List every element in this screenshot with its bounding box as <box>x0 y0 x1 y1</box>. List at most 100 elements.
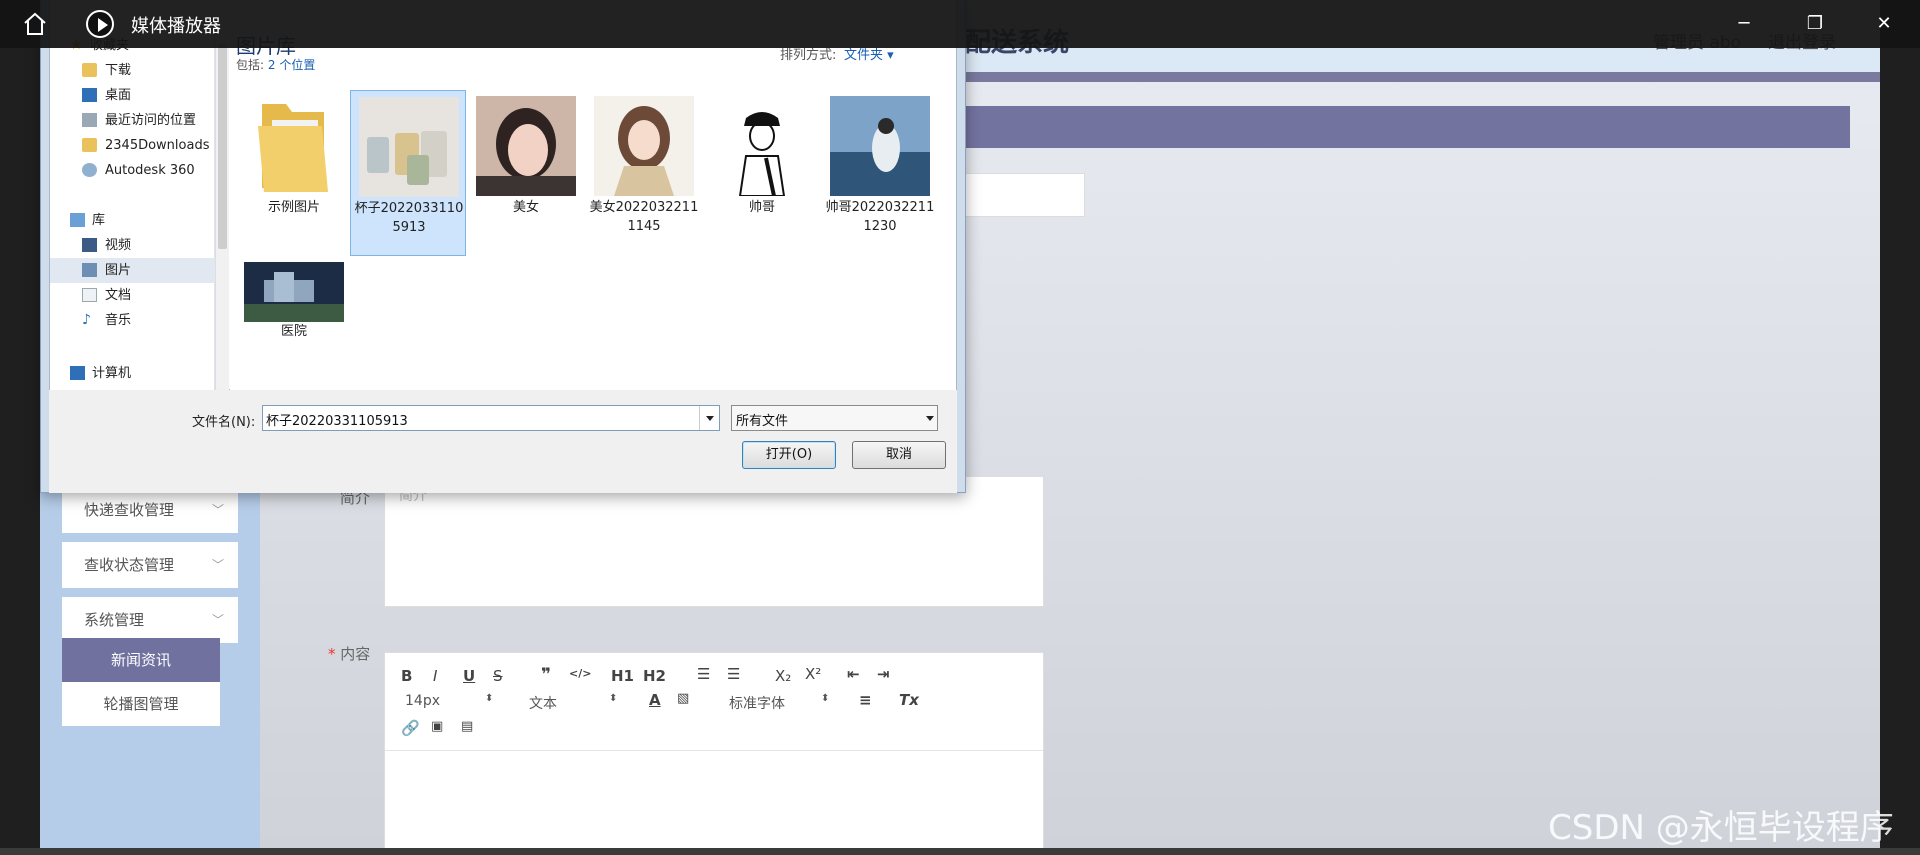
nav-item-autodesk[interactable]: Autodesk 360 <box>50 158 215 183</box>
illustration-thumbnail <box>594 96 694 196</box>
font-family-select[interactable]: 标准字体 <box>729 693 785 713</box>
cups-thumbnail <box>359 97 459 197</box>
sidebar-item-system[interactable]: 系统管理 ﹀ <box>62 597 238 643</box>
media-player-logo-icon <box>86 10 114 38</box>
restore-button[interactable]: ❐ <box>1803 12 1827 36</box>
file-item-beauty[interactable]: 美女 <box>468 90 584 230</box>
align-icon[interactable]: ≡ <box>859 691 872 709</box>
nav-item-desktop[interactable]: 桌面 <box>50 83 215 108</box>
file-item-handsome[interactable]: 帅哥 <box>704 90 820 230</box>
file-item-beauty-2[interactable]: 美女20220322111145 <box>586 90 702 250</box>
block-type-arrow-icon: ⬍ <box>609 693 618 704</box>
picture-library-icon <box>82 263 97 277</box>
filename-label: 文件名(N): <box>192 415 256 430</box>
chevron-down-icon <box>706 416 714 421</box>
nav-scrollbar-thumb[interactable] <box>218 44 227 249</box>
strike-button[interactable]: S <box>493 667 503 685</box>
hospital-thumbnail <box>244 262 344 322</box>
quote-button[interactable]: ❞ <box>541 665 551 685</box>
code-button[interactable]: </> <box>569 667 591 680</box>
cancel-button[interactable]: 取消 <box>852 441 946 469</box>
bullet-list-icon[interactable]: ☰ <box>727 665 740 683</box>
includes-link[interactable]: 2 个位置 <box>268 58 315 72</box>
link-icon[interactable]: 🔗 <box>401 719 420 737</box>
sidebar-item-label: 快递查收管理 <box>84 501 175 519</box>
navigation-pane: ★ 收藏夹 下载 桌面 最近访问的位置 2345Downloads Aut <box>50 0 215 390</box>
file-name: 帅哥 <box>748 200 775 215</box>
font-family-arrow-icon: ⬍ <box>821 693 830 704</box>
h1-button[interactable]: H1 <box>611 667 634 685</box>
file-item-cups[interactable]: 杯子20220331105913 <box>350 90 466 256</box>
outdent-icon[interactable]: ⇤ <box>847 665 860 683</box>
minimize-button[interactable]: ─ <box>1732 12 1756 36</box>
underline-button[interactable]: U <box>463 667 475 685</box>
h2-button[interactable]: H2 <box>643 667 666 685</box>
dialog-body: ★ 收藏夹 下载 桌面 最近访问的位置 2345Downloads Aut <box>49 0 957 390</box>
nav-item-recent[interactable]: 最近访问的位置 <box>50 108 215 133</box>
font-color-button[interactable]: A <box>649 691 661 709</box>
nav-libraries[interactable]: 库 <box>50 208 215 233</box>
file-item-hospital[interactable]: 医院 <box>236 256 352 346</box>
player-title: 媒体播放器 <box>131 16 221 37</box>
nav-label: 计算机 <box>92 366 132 381</box>
image-icon[interactable]: ▣ <box>431 719 443 734</box>
file-list-pane: 图片库 包括: 2 个位置 排列方式: 文件夹 ▾ 示例图片 <box>230 0 956 390</box>
nav-item-pictures[interactable]: 图片 <box>50 258 215 283</box>
nav-item-2345downloads[interactable]: 2345Downloads <box>50 133 215 158</box>
sidebar-item-label: 系统管理 <box>84 611 145 629</box>
nav-label: 音乐 <box>105 313 132 328</box>
bold-button[interactable]: B <box>401 667 412 685</box>
folder-icon <box>258 104 328 192</box>
file-item-handsome-2[interactable]: 帅哥20220322111230 <box>822 90 938 250</box>
watermark: CSDN @永恒毕设程序 <box>1548 808 1894 848</box>
file-name: 医院 <box>280 324 307 339</box>
intro-textarea[interactable]: 简介 <box>384 476 1044 607</box>
filetype-select[interactable]: 所有文件 <box>731 405 938 431</box>
nav-item-downloads[interactable]: 下载 <box>50 58 215 83</box>
video-icon[interactable]: ▤ <box>461 719 473 734</box>
portrait-thumbnail <box>476 96 576 196</box>
font-size-select[interactable]: 14px <box>405 693 440 709</box>
nav-label: 2345Downloads <box>105 138 210 153</box>
sidebar-subitem-news[interactable]: 新闻资讯 <box>62 638 220 682</box>
content-label-text: 内容 <box>340 645 371 663</box>
nav-computer[interactable]: 计算机 <box>50 361 215 386</box>
file-name: 杯子20220331105913 <box>354 201 464 235</box>
filename-input[interactable]: 杯子20220331105913 <box>262 405 720 431</box>
dialog-footer: 文件名(N): 杯子20220331105913 所有文件 打开(O) 取消 <box>49 390 957 493</box>
ordered-list-icon[interactable]: ☰ <box>697 665 710 683</box>
sidebar-subitem-carousel[interactable]: 轮播图管理 <box>62 682 220 726</box>
home-icon[interactable] <box>22 11 48 37</box>
open-button[interactable]: 打开(O) <box>742 441 836 469</box>
nav-item-videos[interactable]: 视频 <box>50 233 215 258</box>
nav-scrollbar[interactable] <box>215 40 229 390</box>
filetype-value: 所有文件 <box>736 414 789 429</box>
background-color-icon[interactable]: ▧ <box>677 691 689 706</box>
title-input[interactable] <box>960 173 1085 217</box>
file-name: 美女20220322111145 <box>589 200 699 234</box>
document-library-icon <box>82 288 97 302</box>
sidebar-item-express-receive[interactable]: 快递查收管理 ﹀ <box>62 487 238 533</box>
sidebar-item-label: 查收状态管理 <box>84 556 175 574</box>
clear-format-button[interactable]: Tx <box>899 691 919 709</box>
recent-places-icon <box>82 113 97 127</box>
file-name: 美女 <box>512 200 539 215</box>
cloud-icon <box>82 163 97 177</box>
superscript-button[interactable]: X² <box>805 665 821 683</box>
download-folder-icon <box>82 63 97 77</box>
filename-dropdown-button[interactable] <box>699 406 719 430</box>
sidebar-item-receive-status[interactable]: 查收状态管理 ﹀ <box>62 542 238 588</box>
font-size-arrow-icon: ⬍ <box>485 693 494 704</box>
required-mark: * <box>328 645 336 663</box>
rich-text-editor[interactable]: B I U S ❞ </> H1 H2 ☰ ☰ X₂ X² ⇤ ⇥ 14px ⬍… <box>384 652 1044 848</box>
close-button[interactable]: ✕ <box>1872 12 1896 36</box>
file-name: 帅哥20220322111230 <box>825 200 935 234</box>
subscript-button[interactable]: X₂ <box>775 667 791 685</box>
nav-item-documents[interactable]: 文档 <box>50 283 215 308</box>
nav-item-music[interactable]: ♪ 音乐 <box>50 308 215 333</box>
file-item-folder[interactable]: 示例图片 <box>236 90 352 260</box>
block-type-select[interactable]: 文本 <box>529 693 557 713</box>
indent-icon[interactable]: ⇥ <box>877 665 890 683</box>
italic-button[interactable]: I <box>433 667 437 685</box>
content-label: * 内容 <box>328 643 370 664</box>
